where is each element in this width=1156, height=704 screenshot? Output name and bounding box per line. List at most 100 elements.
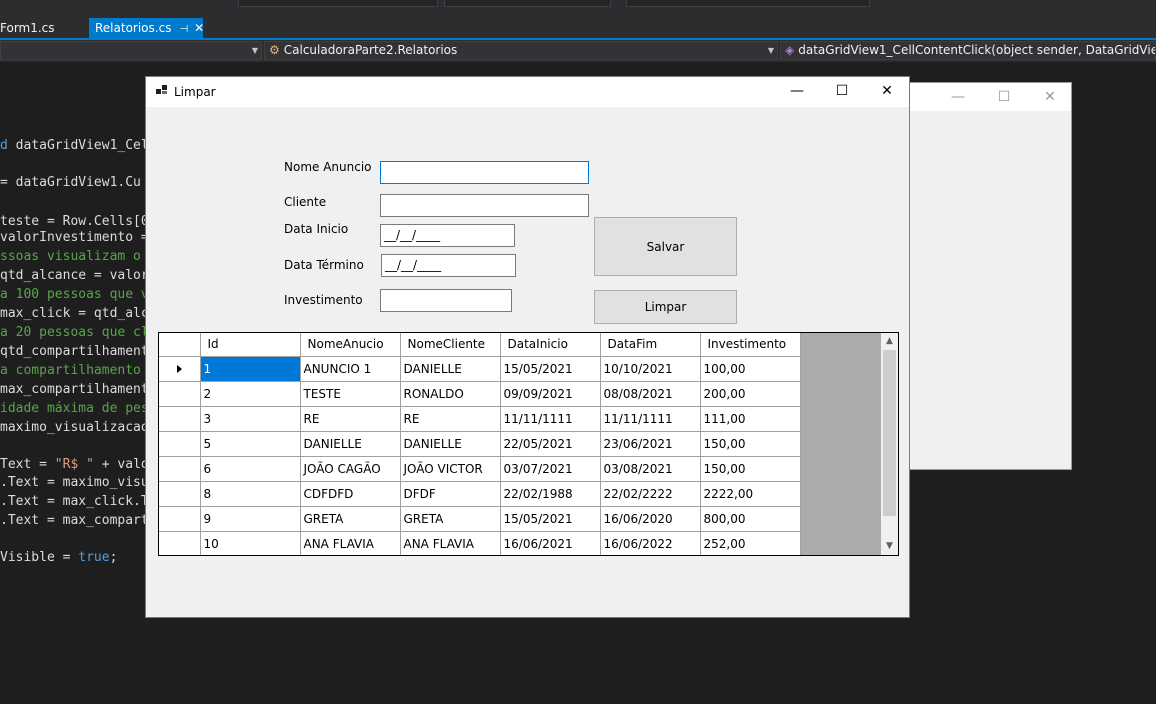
grid-cell[interactable]: 150,00 (700, 431, 801, 457)
grid-cell[interactable]: 252,00 (700, 531, 801, 555)
row-header[interactable] (159, 456, 201, 482)
code-token: true (78, 550, 110, 565)
grid-cell[interactable]: 200,00 (700, 381, 801, 407)
nome-anuncio-input[interactable] (380, 161, 589, 184)
scroll-down-icon[interactable]: ▼ (881, 538, 898, 555)
minimize-icon[interactable]: — (774, 77, 820, 105)
column-header-datafim[interactable]: DataFim (600, 333, 701, 357)
grid-cell[interactable]: 15/05/2021 (500, 356, 601, 382)
row-header[interactable] (159, 481, 201, 507)
tab-label: Relatorios.cs (95, 21, 172, 35)
table-row[interactable]: 8 CDFDFD DFDF 22/02/1988 22/02/2222 2222,00 (159, 481, 801, 507)
grid-cell[interactable]: 2222,00 (700, 481, 801, 507)
grid-cell[interactable]: 11/11/1111 (500, 406, 601, 432)
grid-cell[interactable]: RE (400, 406, 501, 432)
grid-cell[interactable]: 16/06/2020 (600, 506, 701, 532)
column-header-investimento[interactable]: Investimento (700, 333, 801, 357)
grid-cell[interactable]: 150,00 (700, 456, 801, 482)
code-token: maximo_visualizacao (0, 420, 149, 435)
grid-cell[interactable]: 1 (200, 356, 301, 382)
grid-cell[interactable]: ANA FLAVIA (400, 531, 501, 555)
grid-cell[interactable]: ANA FLAVIA (300, 531, 401, 555)
vertical-scrollbar[interactable]: ▲ ▼ (881, 333, 898, 555)
grid-cell[interactable]: 23/06/2021 (600, 431, 701, 457)
row-header[interactable] (159, 431, 201, 457)
limpar-button[interactable]: Limpar (594, 290, 737, 324)
scroll-up-icon[interactable]: ▲ (881, 333, 898, 350)
close-icon[interactable]: ✕ (864, 77, 910, 105)
grid-cell[interactable]: 8 (200, 481, 301, 507)
grid-cell[interactable]: 2 (200, 381, 301, 407)
grid-cell[interactable]: 16/06/2021 (500, 531, 601, 555)
grid-cell[interactable]: JOÃO CAGÃO (300, 456, 401, 482)
grid-cell[interactable]: 11/11/1111 (600, 406, 701, 432)
table-row[interactable]: 2 TESTE RONALDO 09/09/2021 08/08/2021 200,00 (159, 381, 801, 407)
table-row[interactable]: 1 ANUNCIO 1 DANIELLE 15/05/2021 10/10/2021 10… (159, 356, 801, 382)
grid-cell[interactable]: 08/08/2021 (600, 381, 701, 407)
cliente-input[interactable] (380, 194, 589, 217)
grid-cell[interactable]: 22/02/1988 (500, 481, 601, 507)
row-header[interactable] (159, 506, 201, 532)
grid-cell[interactable]: 03/08/2021 (600, 456, 701, 482)
investimento-input[interactable] (380, 289, 512, 312)
column-header-datainicio[interactable]: DataInicio (500, 333, 601, 357)
grid-cell[interactable]: 22/02/2222 (600, 481, 701, 507)
column-header-id[interactable]: Id (200, 333, 301, 357)
data-termino-masked-input[interactable]: __/__/____ (381, 254, 516, 277)
grid-cell[interactable]: JOÃO VICTOR (400, 456, 501, 482)
grid-cell[interactable]: 15/05/2021 (500, 506, 601, 532)
column-header-nomeanucio[interactable]: NomeAnucio (300, 333, 401, 357)
grid-table: Id NomeAnucio NomeCliente DataInicio DataFim… (159, 333, 801, 555)
grid-cell[interactable]: 09/09/2021 (500, 381, 601, 407)
row-header[interactable] (159, 406, 201, 432)
project-combo[interactable]: ▼ (0, 41, 262, 60)
grid-cell[interactable]: DANIELLE (300, 431, 401, 457)
grid-cell[interactable]: DANIELLE (400, 431, 501, 457)
grid-cell[interactable]: 100,00 (700, 356, 801, 382)
member-combo[interactable]: ◈ dataGridView1_CellContentClick(object s… (780, 41, 1156, 60)
grid-cell[interactable]: 10/10/2021 (600, 356, 701, 382)
minimize-icon[interactable]: — (935, 83, 981, 111)
maximize-icon[interactable]: ☐ (819, 77, 865, 105)
grid-cell[interactable]: 111,00 (700, 406, 801, 432)
grid-cell[interactable]: ANUNCIO 1 (300, 356, 401, 382)
close-icon[interactable]: ✕ (194, 21, 204, 35)
grid-cell[interactable]: RE (300, 406, 401, 432)
grid-cell[interactable]: 16/06/2022 (600, 531, 701, 555)
table-row[interactable]: 6 JOÃO CAGÃO JOÃO VICTOR 03/07/2021 03/08/20… (159, 456, 801, 482)
table-row[interactable]: 10 ANA FLAVIA ANA FLAVIA 16/06/2021 16/06/20… (159, 531, 801, 555)
grid-cell[interactable]: GRETA (400, 506, 501, 532)
tab-form1[interactable]: Form1.cs (0, 18, 86, 39)
grid-cell[interactable]: CDFDFD (300, 481, 401, 507)
grid-cell[interactable]: 22/05/2021 (500, 431, 601, 457)
grid-cell[interactable]: 5 (200, 431, 301, 457)
table-row[interactable]: 5 DANIELLE DANIELLE 22/05/2021 23/06/2021 150… (159, 431, 801, 457)
data-inicio-masked-input[interactable]: __/__/____ (380, 224, 515, 247)
grid-cell[interactable]: GRETA (300, 506, 401, 532)
row-header[interactable] (159, 356, 201, 382)
table-row[interactable]: 9 GRETA GRETA 15/05/2021 16/06/2020 800,00 (159, 506, 801, 532)
grid-cell[interactable]: TESTE (300, 381, 401, 407)
tab-relatorios[interactable]: Relatorios.cs ⊣ ✕ (89, 18, 204, 39)
grid-cell[interactable]: RONALDO (400, 381, 501, 407)
table-row[interactable]: 3 RE RE 11/11/1111 11/11/1111 111,00 (159, 406, 801, 432)
class-combo[interactable]: ⚙ CalculadoraParte2.Relatorios ▼ (264, 41, 778, 60)
grid-cell[interactable]: DFDF (400, 481, 501, 507)
grid-cell[interactable]: 6 (200, 456, 301, 482)
close-icon[interactable]: ✕ (1027, 83, 1073, 111)
row-header[interactable] (159, 531, 201, 555)
row-header[interactable] (159, 381, 201, 407)
salvar-button[interactable]: Salvar (594, 217, 737, 276)
code-token: Text = (0, 457, 55, 472)
grid-cell[interactable]: 10 (200, 531, 301, 555)
maximize-icon[interactable]: ☐ (981, 83, 1027, 111)
data-grid[interactable]: Id NomeAnucio NomeCliente DataInicio DataFim… (158, 332, 899, 556)
grid-cell[interactable]: DANIELLE (400, 356, 501, 382)
grid-cell[interactable]: 800,00 (700, 506, 801, 532)
grid-cell[interactable]: 9 (200, 506, 301, 532)
grid-cell[interactable]: 3 (200, 406, 301, 432)
scrollbar-thumb[interactable] (883, 350, 896, 516)
pin-icon[interactable]: ⊣ (179, 24, 188, 35)
column-header-nomecliente[interactable]: NomeCliente (400, 333, 501, 357)
grid-cell[interactable]: 03/07/2021 (500, 456, 601, 482)
